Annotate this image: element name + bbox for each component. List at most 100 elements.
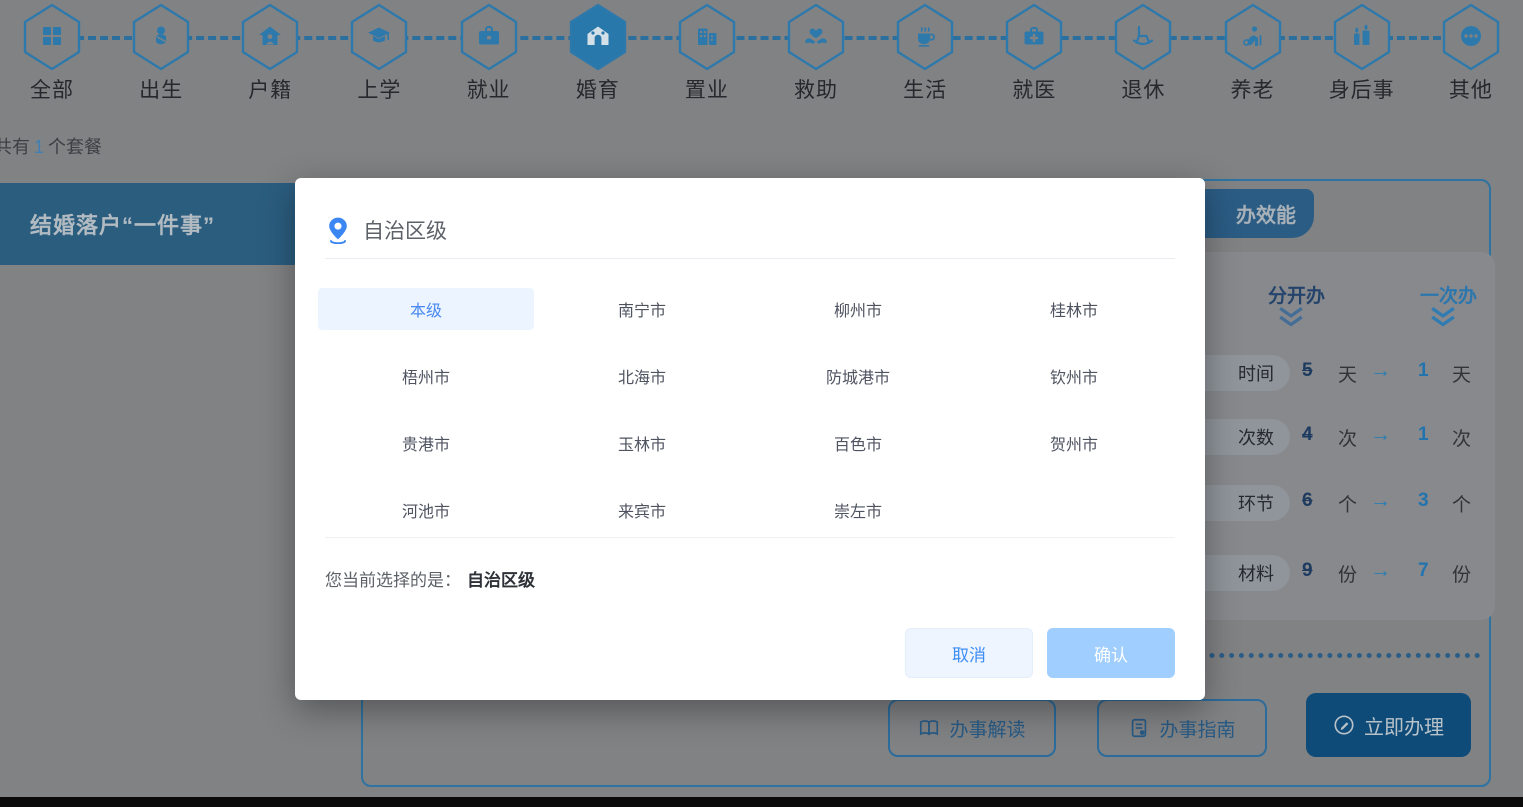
city-option-13[interactable]: 河池市	[318, 489, 534, 531]
city-option-grid: 本级南宁市柳州市桂林市梧州市北海市防城港市钦州市贵港市玉林市百色市贺州市河池市来…	[318, 288, 1182, 531]
nav-item-label: 生活	[903, 74, 947, 104]
nav-item-label: 退休	[1121, 74, 1165, 104]
nav-item-9[interactable]: 生活	[879, 2, 971, 106]
nav-item-label: 全部	[30, 74, 74, 104]
stat-old-value: 9	[1302, 560, 1313, 582]
nav-item-3[interactable]: 户籍	[224, 2, 316, 106]
stat-unit: 次	[1452, 424, 1471, 451]
stat-unit: 个	[1452, 490, 1471, 517]
nav-item-5[interactable]: 就业	[443, 2, 535, 106]
package-title: 结婚落户“一件事”	[30, 208, 215, 240]
city-option-3[interactable]: 柳州市	[750, 288, 966, 330]
handle-now-label: 立即办理	[1364, 711, 1444, 740]
grad-cap-icon	[346, 2, 412, 72]
nav-item-12[interactable]: 养老	[1207, 2, 1299, 106]
arrow-right-icon: →	[1370, 423, 1391, 447]
more-icon	[1438, 2, 1504, 72]
package-count-prefix: 共有	[0, 137, 30, 157]
page: 全部出生户籍上学就业婚育置业救助生活就医退休养老身后事其他 共有1个套餐 结婚落…	[0, 0, 1523, 807]
nav-item-14[interactable]: 其他	[1425, 2, 1517, 106]
current-selection-value: 自治区级	[467, 571, 535, 590]
buildings-icon	[674, 2, 740, 72]
nav-item-13[interactable]: 身后事	[1316, 2, 1408, 106]
stat-unit: 份	[1452, 560, 1471, 587]
stat-new-value: 1	[1418, 424, 1429, 446]
elder-cane-icon	[1220, 2, 1286, 72]
stat-unit: 个	[1338, 490, 1357, 517]
city-option-5[interactable]: 梧州市	[318, 355, 534, 397]
stat-unit: 份	[1338, 560, 1357, 587]
city-option-15[interactable]: 崇左市	[750, 489, 966, 531]
stat-old-value: 5	[1302, 360, 1313, 382]
city-option-2[interactable]: 南宁市	[534, 288, 750, 330]
service-guide-label: 办事指南	[1159, 715, 1235, 742]
category-nav: 全部 出生户籍 上学就业 婚育 置业 救助 生活 就医退休 养老 身后事其他	[0, 2, 1523, 106]
stat-old-value: 6	[1302, 490, 1313, 512]
package-count-text: 共有1个套餐	[0, 133, 102, 159]
house-user-icon	[237, 2, 303, 72]
arrow-right-icon: →	[1370, 359, 1391, 383]
chevron-double-down-icon	[1429, 306, 1457, 328]
city-option-11[interactable]: 百色市	[750, 422, 966, 464]
book-icon	[918, 717, 940, 739]
nav-item-label: 置业	[685, 74, 729, 104]
grid-icon	[19, 2, 85, 72]
nav-item-1[interactable]: 全部	[6, 2, 98, 106]
city-option-6[interactable]: 北海市	[534, 355, 750, 397]
hands-heart-icon	[783, 2, 849, 72]
city-option-1[interactable]: 本级	[318, 288, 534, 330]
handle-now-button[interactable]: 立即办理	[1306, 693, 1471, 757]
current-selection-label: 您当前选择的是：	[325, 571, 461, 590]
candles-icon	[1329, 2, 1395, 72]
arrow-right-icon: →	[1370, 489, 1391, 513]
nav-item-10[interactable]: 就医	[988, 2, 1080, 106]
city-option-7[interactable]: 防城港市	[750, 355, 966, 397]
nav-item-label: 户籍	[248, 74, 292, 104]
region-select-dialog: 自治区级 本级南宁市柳州市桂林市梧州市北海市防城港市钦州市贵港市玉林市百色市贺州…	[295, 178, 1205, 700]
nav-item-label: 婚育	[576, 74, 620, 104]
city-option-8[interactable]: 钦州市	[966, 355, 1182, 397]
dotted-separator	[1180, 653, 1480, 658]
package-count-suffix: 个套餐	[48, 137, 102, 157]
package-list-item-selected[interactable]: 结婚落户“一件事”	[0, 183, 296, 265]
package-count-number: 1	[30, 137, 48, 157]
stat-old-value: 4	[1302, 424, 1313, 446]
stat-new-value: 7	[1418, 560, 1429, 582]
current-selection-text: 您当前选择的是： 自治区级	[325, 566, 535, 591]
stat-unit: 次	[1338, 424, 1357, 451]
document-icon	[1128, 717, 1150, 739]
nav-item-7[interactable]: 置业	[661, 2, 753, 106]
nav-item-label: 救助	[794, 74, 838, 104]
nav-item-label: 就业	[467, 74, 511, 104]
stat-new-value: 1	[1418, 360, 1429, 382]
nav-item-6[interactable]: 婚育	[552, 2, 644, 106]
stat-new-value: 3	[1418, 490, 1429, 512]
city-option-12[interactable]: 贺州市	[966, 422, 1182, 464]
coffee-icon	[892, 2, 958, 72]
nav-item-label: 养老	[1231, 74, 1275, 104]
cancel-button[interactable]: 取消	[905, 628, 1033, 678]
confirm-button[interactable]: 确认	[1047, 628, 1175, 678]
city-option-4[interactable]: 桂林市	[966, 288, 1182, 330]
nav-item-4[interactable]: 上学	[333, 2, 425, 106]
nav-item-2[interactable]: 出生	[115, 2, 207, 106]
service-guide-button[interactable]: 办事指南	[1097, 699, 1267, 757]
city-option-10[interactable]: 玉林市	[534, 422, 750, 464]
stat-unit: 天	[1338, 360, 1357, 387]
edit-icon	[1333, 714, 1355, 736]
dialog-divider	[325, 537, 1175, 538]
bottom-black-bar	[0, 797, 1523, 807]
city-option-9[interactable]: 贵港市	[318, 422, 534, 464]
dialog-header: 自治区级	[325, 210, 1175, 250]
nav-item-11[interactable]: 退休	[1097, 2, 1189, 106]
rocking-chair-icon	[1110, 2, 1176, 72]
column-header-separate: 分开办	[1268, 281, 1325, 308]
nav-item-label: 其他	[1449, 74, 1493, 104]
medkit-icon	[1001, 2, 1067, 72]
service-explain-button[interactable]: 办事解读	[888, 699, 1056, 757]
column-header-once: 一次办	[1420, 281, 1477, 308]
nav-item-8[interactable]: 救助	[770, 2, 862, 106]
city-option-14[interactable]: 来宾市	[534, 489, 750, 531]
location-pin-icon	[325, 216, 351, 244]
arrow-right-icon: →	[1370, 559, 1391, 583]
